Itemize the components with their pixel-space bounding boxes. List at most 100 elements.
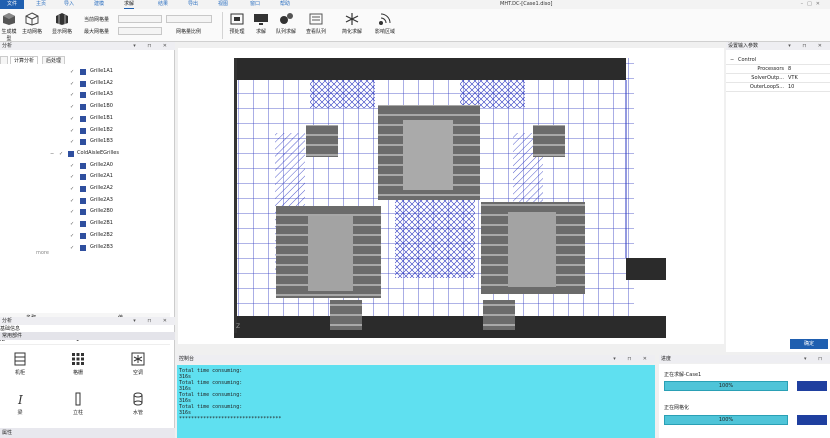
param-outer-loop[interactable]: OuterLoopS... 10 — [726, 83, 830, 92]
influence-area-button[interactable]: 影响区域 — [372, 12, 398, 35]
grille-item-icon — [80, 186, 86, 192]
tree-item[interactable]: ✓ Grille2A2 — [70, 183, 175, 194]
progress-controls[interactable]: ▾ ⊓ — [804, 355, 827, 363]
tools-panel-header: 分析 ▾ ⊓ ✕ — [0, 317, 175, 325]
tree-item[interactable]: ✓ Grille2B0 — [70, 206, 175, 217]
tab-blank[interactable] — [0, 56, 8, 64]
check-icon[interactable]: ✓ — [70, 92, 76, 98]
check-icon[interactable]: ✓ — [70, 104, 76, 110]
console-controls[interactable]: ▾ ⊓ ✕ — [613, 355, 652, 363]
tool-column[interactable]: 立柱 — [58, 392, 98, 418]
title-bar: 文件 主页 导入 建模 求解 结果 导出 视图 窗口 帮助 MHT.DC-[Ca… — [0, 0, 830, 9]
control-section[interactable]: − Control — [726, 56, 830, 65]
tree-item[interactable]: ✓ Grille1A2 — [70, 78, 175, 89]
simplified-solve-button[interactable]: 简化求解 — [340, 12, 364, 35]
check-icon[interactable]: ✓ — [70, 163, 76, 169]
tool-water-pipe[interactable]: 水管 — [118, 392, 158, 418]
queue-solve-button[interactable]: 队列求解 — [274, 12, 298, 35]
solve-button[interactable]: 求解 — [252, 12, 270, 35]
tab-solve[interactable]: 求解 — [124, 0, 135, 9]
tab-import[interactable]: 导入 — [64, 0, 74, 9]
tree-item[interactable]: ✓ Grille2B1 — [70, 218, 175, 229]
generate-model-button[interactable]: 生成模型 — [0, 12, 18, 42]
tab-export[interactable]: 导出 — [188, 0, 198, 9]
tree-item[interactable]: ✓ Grille2A3 — [70, 195, 175, 206]
wall-top — [234, 58, 626, 80]
tree-item[interactable]: ✓ Grille1B0 — [70, 101, 175, 112]
check-icon[interactable]: ✓ — [70, 245, 76, 251]
check-icon[interactable]: ✓ — [70, 198, 76, 204]
grille-item-icon — [80, 139, 86, 146]
tool-grille[interactable]: 格栅 — [58, 352, 98, 378]
tree-item[interactable]: ✓ Grille1B2 — [70, 125, 175, 136]
tree-item-label: Grille2A0 — [90, 161, 113, 168]
check-icon[interactable]: ✓ — [70, 174, 76, 180]
show-mesh-button[interactable]: 显示网格 — [50, 12, 74, 35]
grille-icon — [72, 353, 84, 365]
tab-home[interactable]: 主页 — [36, 0, 46, 9]
room-model: Z — [234, 58, 666, 338]
tree-item[interactable]: ✓ Grille2B2 — [70, 230, 175, 241]
tab-postprocess[interactable]: 后处理 — [42, 56, 66, 64]
tree-item[interactable]: ✓ Grille2A0 — [70, 160, 175, 171]
tree-item[interactable]: ✓ Grille2A1 — [70, 171, 175, 182]
bottom-attributes-tab[interactable]: 属性 — [0, 428, 175, 438]
3d-viewport[interactable]: Z — [178, 48, 724, 344]
tool-beam[interactable]: I 梁 — [0, 392, 40, 418]
check-icon[interactable]: ✓ — [70, 221, 76, 227]
tool-aircon[interactable]: 空调 — [118, 352, 158, 378]
progress-label-mesh: 正在网格化 — [664, 405, 690, 411]
grille-item-icon — [80, 174, 86, 181]
tool-cabinet[interactable]: 机柜 — [0, 352, 40, 378]
tree-item[interactable]: ✓ Grille2B3 — [70, 242, 175, 253]
preprocess-button[interactable]: 预处理 — [226, 12, 248, 35]
check-icon[interactable]: ✓ — [70, 233, 76, 239]
collapse-icon[interactable]: − — [730, 56, 734, 65]
tab-view[interactable]: 视图 — [218, 0, 228, 9]
grille-item-icon — [80, 80, 86, 87]
check-icon[interactable]: ✓ — [70, 69, 76, 75]
max-mesh-label: 最大网格量 — [84, 29, 110, 35]
window-controls[interactable]: –□✕ — [801, 0, 824, 9]
ribbon: 生成模型 主动网格 显示网格 当前网格量 最大网格量 网格量比例 预处理 求解 … — [0, 9, 830, 42]
check-icon[interactable]: ✓ — [59, 151, 65, 157]
file-tab[interactable]: 文件 — [0, 0, 24, 9]
tree-item-label: Grille1A2 — [90, 79, 113, 86]
grille-item-icon — [80, 92, 86, 99]
active-mesh-button[interactable]: 主动网格 — [20, 12, 44, 35]
check-icon[interactable]: ✓ — [70, 209, 76, 215]
tab-window[interactable]: 窗口 — [250, 0, 260, 9]
check-icon[interactable]: ✓ — [70, 81, 76, 87]
check-icon[interactable]: ✓ — [70, 139, 76, 145]
tab-help[interactable]: 帮助 — [280, 0, 290, 9]
mesh-stop-button[interactable] — [797, 415, 827, 425]
ribbon-separator — [222, 12, 223, 39]
param-processors[interactable]: Processors 8 — [726, 65, 830, 74]
view-queue-button[interactable]: 查看队列 — [304, 12, 328, 35]
console-output[interactable]: Total time consuming: 316s Total time co… — [177, 365, 655, 438]
tree-item[interactable]: ✓ Grille1B3 — [70, 136, 175, 147]
current-mesh-field[interactable] — [118, 15, 162, 23]
tree-item[interactable]: ✓ Grille1B1 — [70, 113, 175, 124]
check-icon[interactable]: ✓ — [70, 116, 76, 122]
group-icon — [68, 150, 74, 157]
check-icon[interactable]: ✓ — [70, 128, 76, 134]
collapse-icon[interactable]: − — [50, 151, 56, 157]
param-solver-output[interactable]: SolverOutp... VTK — [726, 74, 830, 83]
mesh-ratio-field[interactable] — [166, 15, 212, 23]
grille-item-icon — [80, 104, 86, 111]
tree-item[interactable]: ✓ Grille1A3 — [70, 89, 175, 100]
confirm-button[interactable]: 确定 — [790, 339, 828, 349]
tools-panel-controls[interactable]: ▾ ⊓ ✕ — [133, 317, 172, 325]
tab-calc-analysis[interactable]: 计算分析 — [10, 56, 39, 64]
tree-item[interactable]: − ✓ ColdAisleEGrilles — [50, 148, 175, 159]
max-mesh-field[interactable] — [118, 27, 162, 35]
tree-item[interactable]: ✓ Grille1A1 — [70, 66, 175, 77]
tree-item-label: Grille1B2 — [90, 126, 113, 133]
tab-results[interactable]: 结果 — [158, 0, 168, 9]
settings-panel-controls[interactable]: ▾ ⊓ ✕ — [788, 42, 827, 50]
tab-model[interactable]: 建模 — [94, 0, 104, 9]
check-icon[interactable]: ✓ — [70, 186, 76, 192]
solve-stop-button[interactable] — [797, 381, 827, 391]
panel-controls[interactable]: ▾ ⊓ ✕ — [133, 42, 172, 50]
